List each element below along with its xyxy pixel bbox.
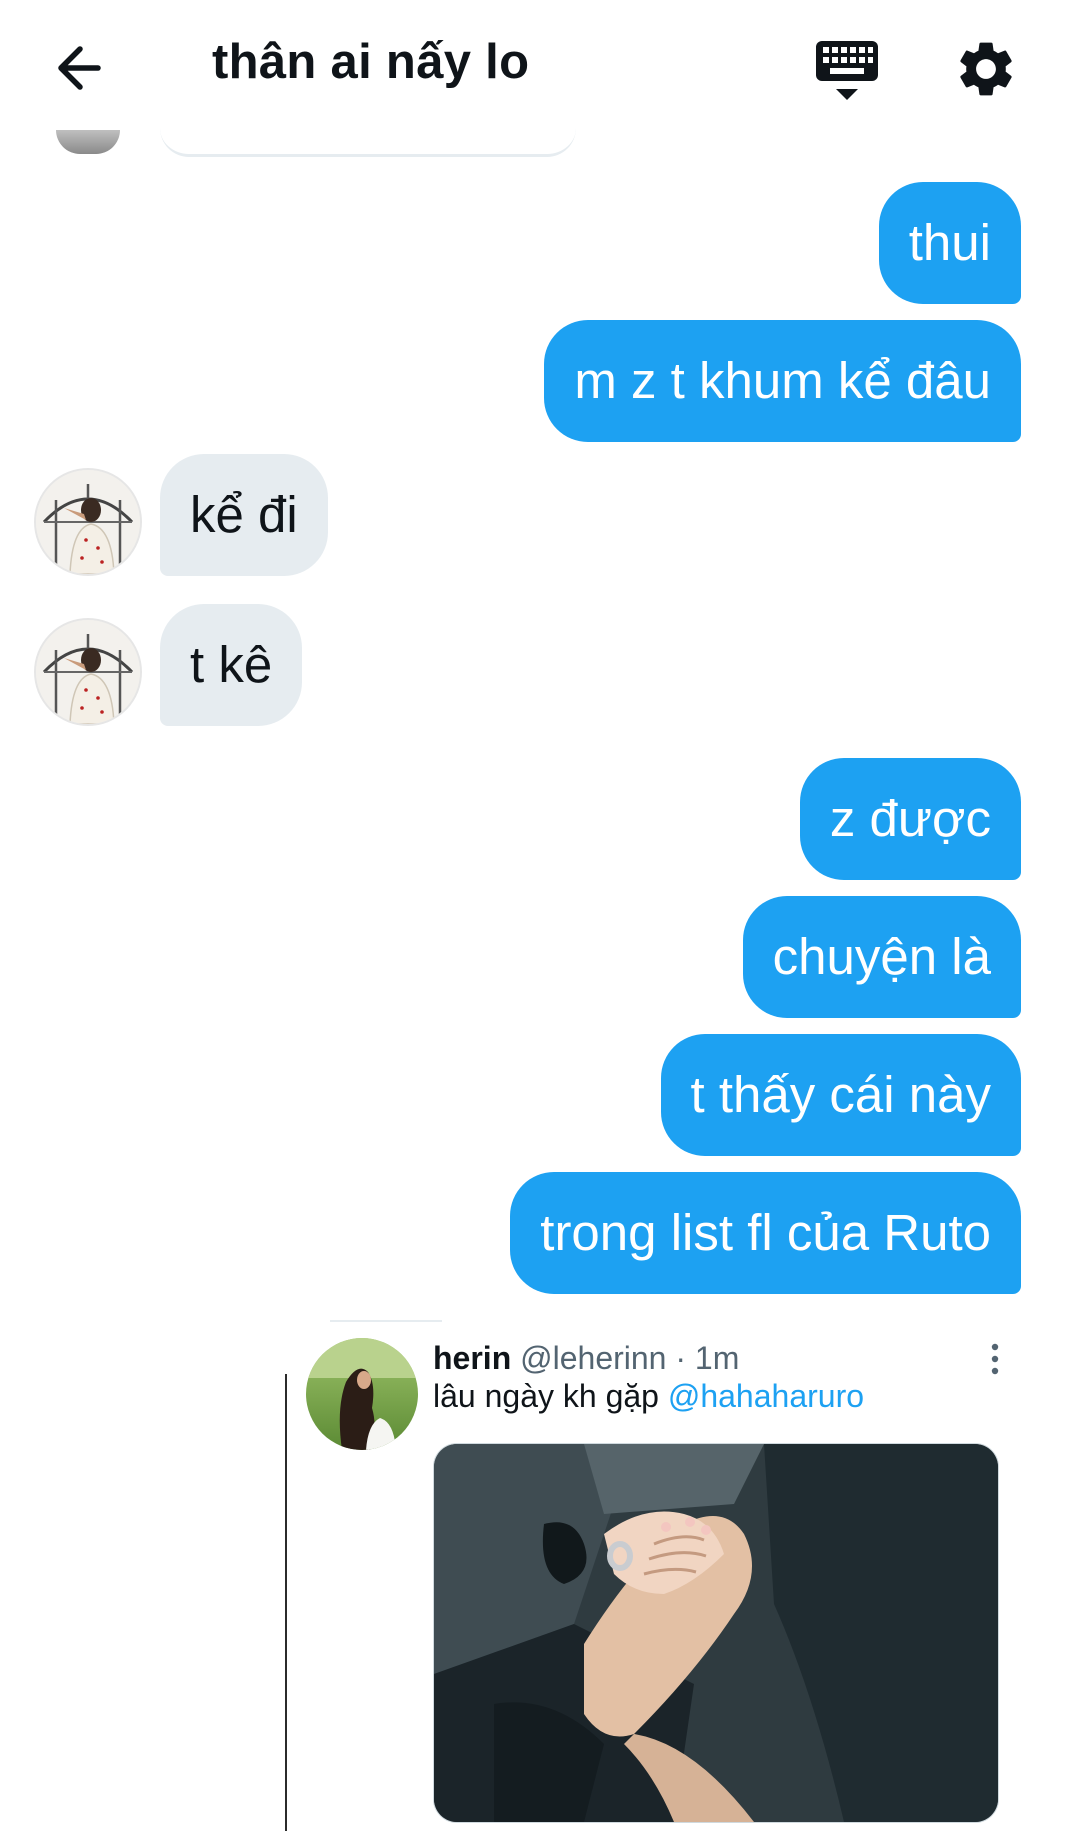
tweet-body: lâu ngày kh gặp bbox=[433, 1378, 659, 1414]
settings-button[interactable] bbox=[953, 36, 1019, 102]
tweet-header: herin @leherinn · 1m bbox=[433, 1340, 739, 1377]
tweet-author-avatar[interactable] bbox=[306, 1338, 418, 1450]
incoming-message[interactable]: kể đi bbox=[160, 454, 328, 576]
back-button[interactable] bbox=[52, 38, 112, 98]
message-text: t thấy cái này bbox=[690, 1066, 992, 1123]
partial-avatar bbox=[56, 130, 120, 154]
tweet-text: lâu ngày kh gặp @hahaharuro bbox=[433, 1378, 864, 1415]
profile-photo-icon bbox=[306, 1338, 418, 1450]
message-text: trong list fl của Ruto bbox=[540, 1204, 991, 1261]
outgoing-message[interactable]: thui bbox=[878, 182, 1021, 304]
message-text: z được bbox=[829, 790, 991, 847]
incoming-message[interactable]: t kê bbox=[160, 604, 303, 726]
avatar[interactable] bbox=[34, 468, 142, 576]
partial-message-bubble bbox=[160, 128, 576, 157]
message-text: thui bbox=[908, 214, 991, 271]
profile-photo-icon bbox=[36, 470, 140, 574]
gear-icon bbox=[960, 42, 1012, 96]
outgoing-message[interactable]: t thấy cái này bbox=[660, 1034, 1021, 1156]
tweet-separator: · bbox=[675, 1340, 687, 1376]
tweet-media[interactable] bbox=[433, 1443, 999, 1823]
more-vertical-icon bbox=[991, 1343, 999, 1375]
outgoing-message[interactable]: trong list fl của Ruto bbox=[510, 1172, 1021, 1294]
message-text: kể đi bbox=[190, 486, 298, 543]
tweet-author-handle[interactable]: @leherinn bbox=[520, 1340, 666, 1376]
tweet-mention-link[interactable]: @hahaharuro bbox=[668, 1378, 864, 1414]
profile-photo-icon bbox=[36, 620, 140, 724]
arrow-left-icon bbox=[58, 46, 101, 90]
avatar[interactable] bbox=[34, 618, 142, 726]
message-text: chuyện là bbox=[772, 928, 991, 985]
tweet-more-button[interactable] bbox=[985, 1342, 1005, 1376]
outgoing-message[interactable]: chuyện là bbox=[742, 896, 1021, 1018]
message-text: m z t khum kể đâu bbox=[574, 352, 991, 409]
message-text: t kê bbox=[190, 636, 273, 693]
photo-hands-icon bbox=[434, 1444, 998, 1822]
divider bbox=[330, 1320, 442, 1322]
thread-line bbox=[285, 1374, 287, 1831]
conversation-title: thân ai nấy lo bbox=[212, 35, 530, 89]
keyboard-icon bbox=[816, 41, 878, 100]
keyboard-button[interactable] bbox=[812, 36, 882, 106]
tweet-timestamp: 1m bbox=[694, 1340, 740, 1376]
outgoing-message[interactable]: z được bbox=[799, 758, 1021, 880]
chat-header: thân ai nấy lo bbox=[0, 0, 1080, 140]
tweet-author-name[interactable]: herin bbox=[433, 1340, 511, 1376]
outgoing-message[interactable]: m z t khum kể đâu bbox=[544, 320, 1021, 442]
